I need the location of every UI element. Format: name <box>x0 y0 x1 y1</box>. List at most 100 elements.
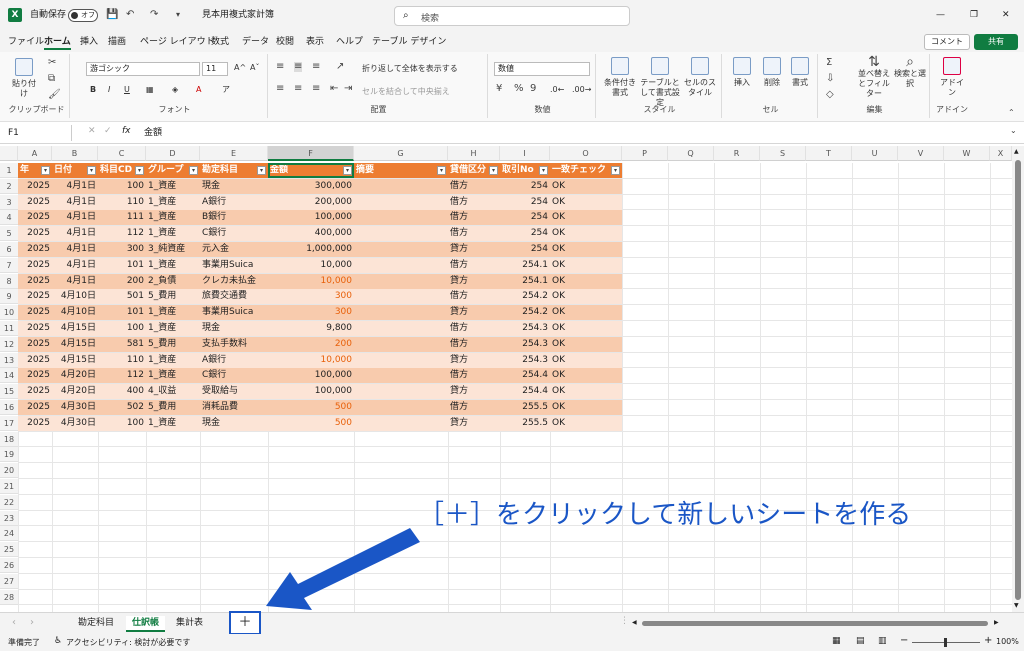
table-cell[interactable]: C銀行 <box>200 368 268 384</box>
table-cell[interactable]: 貸方 <box>448 242 500 257</box>
tab-file[interactable]: ファイル <box>8 36 44 48</box>
wrap-text-button[interactable]: 折り返して全体を表示する <box>362 64 458 74</box>
row-header[interactable]: 8 <box>0 273 18 289</box>
row-header[interactable]: 13 <box>0 352 18 368</box>
row-header[interactable]: 5 <box>0 226 18 242</box>
table-cell[interactable]: OK <box>550 336 622 352</box>
table-cell[interactable]: 借方 <box>448 400 500 415</box>
conditional-format-button[interactable]: 条件付き書式 <box>602 57 638 98</box>
table-cell[interactable]: OK <box>550 194 622 210</box>
zoom-level[interactable]: 100% <box>996 637 1019 646</box>
insert-cells-button[interactable]: 挿入 <box>728 57 756 88</box>
column-header[interactable]: C <box>98 146 146 161</box>
select-all-corner[interactable] <box>0 146 18 161</box>
decrease-indent-icon[interactable]: ⇤ <box>330 84 338 94</box>
tab-page-layout[interactable]: ページ レイアウト <box>140 36 215 48</box>
align-bottom-icon[interactable]: ≡ <box>312 62 320 72</box>
table-cell[interactable]: C銀行 <box>200 226 268 242</box>
table-cell[interactable]: 2025 <box>18 289 52 305</box>
table-cell[interactable]: 101 <box>98 257 146 273</box>
table-cell[interactable]: 254.1 <box>500 257 550 273</box>
find-select-button[interactable]: ⌕ 検索と選択 <box>894 55 926 89</box>
row-header[interactable]: 15 <box>0 384 18 400</box>
table-cell[interactable]: 254.4 <box>500 384 550 400</box>
table-cell[interactable]: 旅費交通費 <box>200 289 268 305</box>
zoom-slider-thumb[interactable] <box>944 638 947 647</box>
tab-table-design[interactable]: テーブル デザイン <box>372 36 446 48</box>
copy-icon[interactable]: ⧉ <box>48 74 55 84</box>
page-layout-view-icon[interactable]: ▤ <box>856 636 865 646</box>
name-box[interactable]: F1 <box>4 125 72 141</box>
tab-review[interactable]: 校閲 <box>276 36 294 48</box>
table-cell[interactable]: 101 <box>98 305 146 321</box>
table-cell[interactable]: OK <box>550 415 622 431</box>
table-cell[interactable]: 1_資産 <box>146 415 200 431</box>
table-cell[interactable]: 100,000 <box>268 210 354 226</box>
zoom-out-icon[interactable]: − <box>900 635 908 646</box>
comma-style-icon[interactable]: 9 <box>530 84 536 94</box>
table-cell[interactable]: 4_収益 <box>146 384 200 400</box>
table-cell[interactable]: 4月10日 <box>52 305 98 321</box>
bold-icon[interactable]: B <box>90 85 96 95</box>
fill-icon[interactable]: ⇩ <box>826 74 834 84</box>
table-cell[interactable]: 事業用Suica <box>200 305 268 321</box>
paste-button[interactable]: 貼り付け <box>12 58 36 99</box>
comment-button[interactable]: コメント <box>924 34 970 50</box>
table-cell[interactable]: 4月15日 <box>52 336 98 352</box>
filter-dropdown-icon[interactable]: ▾ <box>41 166 50 175</box>
prev-sheet-icon[interactable]: ‹ <box>12 617 16 628</box>
table-cell[interactable]: 4月20日 <box>52 368 98 384</box>
maximize-icon[interactable]: ❐ <box>970 8 978 22</box>
table-cell[interactable]: 500 <box>268 415 354 431</box>
merge-center-button[interactable]: セルを結合して中央揃え <box>362 87 450 97</box>
insert-function-icon[interactable]: fx <box>122 126 131 136</box>
search-box[interactable]: ⌕ 検索 <box>394 6 630 26</box>
table-cell[interactable]: 2_負債 <box>146 273 200 289</box>
filter-dropdown-icon[interactable]: ▾ <box>189 166 198 175</box>
table-header-cell[interactable]: 日付 ▾ <box>52 163 98 178</box>
format-as-table-button[interactable]: テーブルとして書式設定 <box>640 57 680 108</box>
table-cell[interactable]: 255.5 <box>500 400 550 415</box>
filter-dropdown-icon[interactable]: ▾ <box>539 166 548 175</box>
zoom-slider[interactable] <box>912 638 980 647</box>
table-header-cell[interactable]: 摘要 ▾ <box>354 163 448 178</box>
table-cell[interactable]: 4月1日 <box>52 273 98 289</box>
table-cell[interactable]: 4月30日 <box>52 415 98 431</box>
row-header[interactable]: 7 <box>0 257 18 273</box>
row-header[interactable]: 18 <box>0 431 18 447</box>
table-cell[interactable]: 9,800 <box>268 321 354 336</box>
table-header-cell[interactable]: 金額 ▾ <box>268 163 354 178</box>
page-break-view-icon[interactable]: ▥ <box>878 636 887 646</box>
table-cell[interactable]: 4月15日 <box>52 352 98 368</box>
table-cell[interactable]: 4月30日 <box>52 400 98 415</box>
percent-icon[interactable]: % <box>514 84 524 94</box>
table-cell[interactable]: 受取給与 <box>200 384 268 400</box>
table-cell[interactable]: 254.3 <box>500 321 550 336</box>
table-cell[interactable]: 2025 <box>18 368 52 384</box>
table-cell[interactable] <box>354 178 448 194</box>
align-center-icon[interactable]: ≡ <box>294 84 302 94</box>
table-cell[interactable]: 254.3 <box>500 336 550 352</box>
table-cell[interactable]: 借方 <box>448 289 500 305</box>
table-cell[interactable]: 2025 <box>18 352 52 368</box>
table-cell[interactable]: 254.2 <box>500 305 550 321</box>
increase-indent-icon[interactable]: ⇥ <box>344 84 352 94</box>
table-cell[interactable]: 1_資産 <box>146 194 200 210</box>
table-cell[interactable]: 100 <box>98 321 146 336</box>
row-header[interactable]: 12 <box>0 336 18 352</box>
column-header[interactable]: O <box>550 146 622 161</box>
table-cell[interactable]: 借方 <box>448 321 500 336</box>
sort-filter-button[interactable]: ⇅ 並べ替えとフィルター <box>856 55 892 99</box>
share-button[interactable]: 共有 <box>974 34 1018 50</box>
customize-qat-icon[interactable]: ▾ <box>176 8 180 22</box>
table-cell[interactable]: 2025 <box>18 415 52 431</box>
table-header-cell[interactable]: グループ ▾ <box>146 163 200 178</box>
column-header[interactable]: F <box>268 146 354 161</box>
format-painter-icon[interactable]: 🖌 <box>48 90 61 100</box>
table-cell[interactable]: 4月1日 <box>52 242 98 257</box>
row-header[interactable]: 9 <box>0 289 18 305</box>
row-header[interactable]: 21 <box>0 479 18 494</box>
fill-color-icon[interactable]: ◈ <box>172 85 178 95</box>
increase-decimal-icon[interactable]: .0← <box>550 85 564 95</box>
sheet-tab-accounts[interactable]: 勘定科目 <box>72 616 120 630</box>
